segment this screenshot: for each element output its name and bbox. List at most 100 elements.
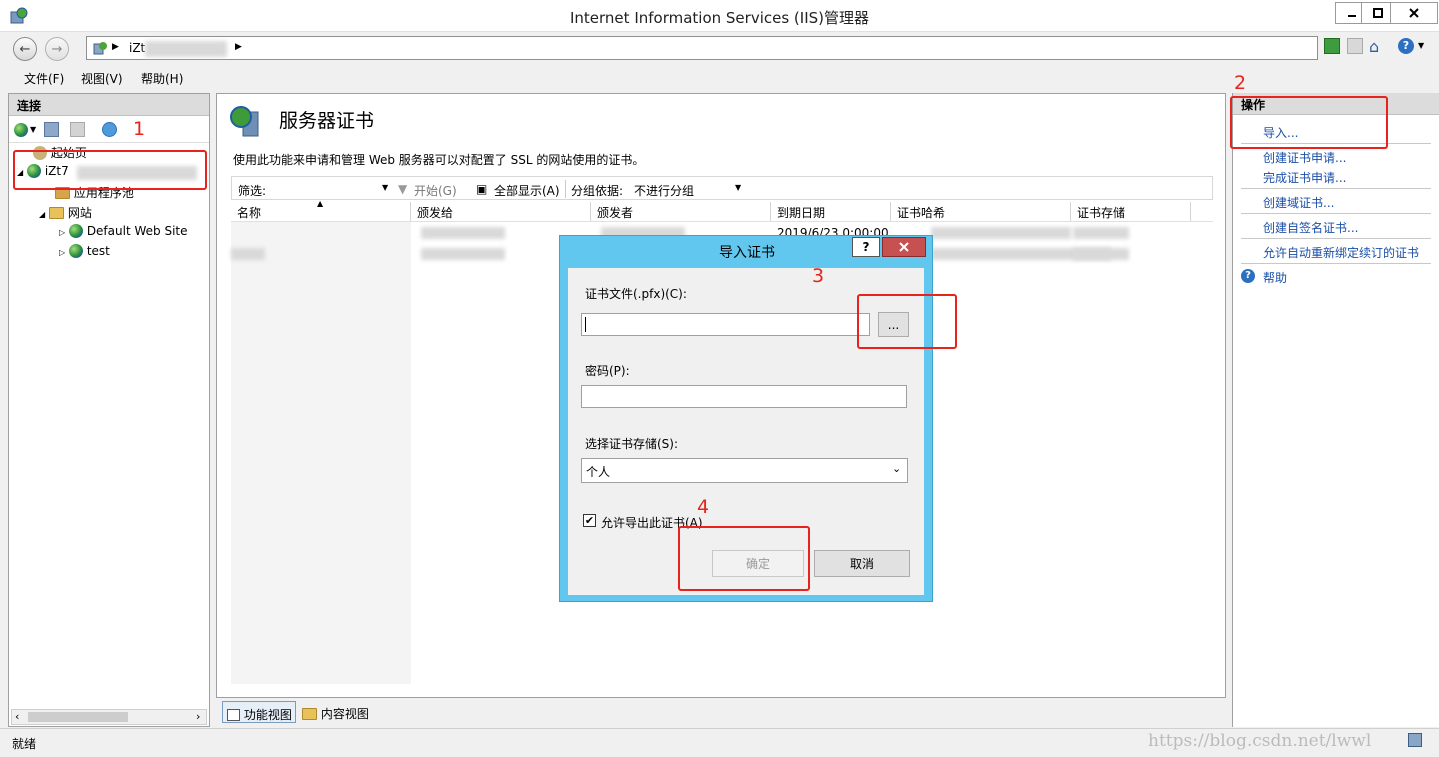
horizontal-scrollbar[interactable]: ‹ › bbox=[11, 709, 207, 725]
scroll-left-icon[interactable]: ‹ bbox=[15, 710, 19, 723]
dialog-help-button[interactable]: ? bbox=[852, 237, 880, 257]
tab-features-view[interactable]: 功能视图 bbox=[222, 701, 296, 723]
action-allow-auto-rebind[interactable]: 允许自动重新绑定续订的证书 bbox=[1263, 244, 1419, 261]
tree-default-web-site[interactable]: ▷ Default Web Site bbox=[59, 224, 188, 238]
refresh-icon[interactable] bbox=[1324, 38, 1340, 54]
sort-up-icon: ▲ bbox=[317, 199, 324, 208]
window-title: Internet Information Services (IIS)管理器 bbox=[569, 9, 870, 27]
expanded-triangle-icon[interactable]: ◢ bbox=[39, 210, 45, 219]
action-complete-cert-request[interactable]: 完成证书申请... bbox=[1263, 169, 1346, 186]
menu-file[interactable]: 文件(F) bbox=[24, 70, 64, 87]
divider bbox=[9, 142, 209, 143]
close-icon bbox=[899, 242, 909, 252]
col-name-label: 名称 bbox=[237, 206, 262, 220]
action-create-cert-request[interactable]: 创建证书申请... bbox=[1263, 149, 1346, 166]
view-tabs: 功能视图 内容视图 bbox=[216, 700, 1226, 726]
watermark-text: https://blog.csdn.net/lwwl bbox=[1148, 731, 1372, 751]
action-create-domain-cert[interactable]: 创建域证书... bbox=[1263, 194, 1334, 211]
menu-help[interactable]: 帮助(H) bbox=[141, 70, 183, 87]
dropdown-arrow-icon[interactable]: ▼ bbox=[735, 183, 741, 192]
annotation-box-ok bbox=[678, 526, 810, 591]
grid-header: 名称 ▲ 颁发给 颁发者 到期日期 证书哈希 证书存储 bbox=[231, 199, 1213, 222]
address-path[interactable]: ▶ iZt ▶ bbox=[86, 36, 1318, 60]
annotation-number-1: 1 bbox=[133, 118, 146, 140]
up-level-icon[interactable] bbox=[70, 122, 85, 137]
divider bbox=[1241, 238, 1431, 239]
scroll-right-icon[interactable]: › bbox=[196, 710, 200, 723]
dropdown-arrow-icon[interactable]: ▼ bbox=[30, 125, 36, 134]
dropdown-arrow-icon[interactable]: ▼ bbox=[1418, 41, 1424, 50]
breadcrumb-arrow-icon: ▶ bbox=[235, 42, 242, 52]
site-globe-icon bbox=[68, 244, 83, 258]
forward-arrow-icon: → bbox=[51, 41, 63, 57]
cancel-button[interactable]: 取消 bbox=[814, 550, 910, 577]
close-button[interactable] bbox=[1390, 2, 1438, 24]
connections-header: 连接 bbox=[9, 94, 209, 116]
dialog-close-button[interactable] bbox=[882, 237, 926, 257]
tab-content-view[interactable]: 内容视图 bbox=[300, 701, 374, 723]
group-by-label: 分组依据: bbox=[571, 184, 624, 198]
action-create-self-signed-cert[interactable]: 创建自签名证书... bbox=[1263, 219, 1358, 236]
collapsed-triangle-icon[interactable]: ▷ bbox=[59, 248, 65, 257]
menu-bar: 文件(F) 视图(V) 帮助(H) bbox=[0, 66, 1439, 90]
site-globe-icon bbox=[68, 224, 83, 238]
server-status-icon bbox=[1408, 733, 1422, 747]
col-store[interactable]: 证书存储 bbox=[1071, 202, 1191, 221]
dropdown-arrow-icon[interactable]: ▼ bbox=[382, 183, 388, 192]
help-icon[interactable]: ? bbox=[1398, 38, 1414, 54]
folder-icon bbox=[48, 207, 64, 219]
filter-label: 筛选: bbox=[238, 184, 267, 198]
breadcrumb-server[interactable]: iZt bbox=[129, 41, 145, 55]
col-name[interactable]: 名称 ▲ bbox=[231, 199, 411, 221]
actions-panel: 操作 导入... 创建证书申请... 完成证书申请... 创建域证书... 创建… bbox=[1232, 93, 1439, 727]
address-bar: ← → ▶ iZt ▶ ⌂ ? ▼ bbox=[0, 32, 1439, 64]
show-all-icon: ▣ bbox=[476, 182, 488, 196]
connect-globe-icon[interactable] bbox=[14, 123, 28, 137]
col-expiry[interactable]: 到期日期 bbox=[771, 202, 891, 221]
features-view-icon bbox=[227, 709, 240, 721]
tree-test-site[interactable]: ▷ test bbox=[59, 244, 110, 258]
divider bbox=[1241, 213, 1431, 214]
save-icon[interactable] bbox=[44, 122, 59, 137]
cert-file-label: 证书文件(.pfx)(C): bbox=[585, 287, 687, 301]
password-input[interactable] bbox=[581, 385, 907, 408]
col-hash[interactable]: 证书哈希 bbox=[891, 202, 1071, 221]
disconnect-icon[interactable] bbox=[102, 122, 117, 137]
status-text: 就绪 bbox=[12, 737, 37, 751]
back-button[interactable]: ← bbox=[13, 37, 37, 61]
annotation-number-3: 3 bbox=[812, 265, 825, 287]
filter-input[interactable] bbox=[272, 179, 392, 197]
start-filter-button[interactable]: 开始(G) bbox=[414, 182, 457, 199]
server-icon bbox=[93, 42, 107, 55]
annotation-box-server bbox=[13, 150, 207, 190]
filter-toolbar: 筛选: ▼ ▼ 开始(G) ▣ 全部显示(A) 分组依据: 不进行分组 ▼ bbox=[231, 176, 1213, 200]
cert-file-input[interactable] bbox=[581, 313, 870, 336]
divider bbox=[1241, 263, 1431, 264]
help-icon: ? bbox=[862, 240, 870, 254]
group-by-select[interactable]: 不进行分组 bbox=[634, 182, 694, 199]
annotation-number-4: 4 bbox=[697, 496, 710, 518]
server-certificates-icon bbox=[229, 104, 263, 138]
minimize-icon bbox=[1348, 15, 1356, 17]
store-label: 选择证书存储(S): bbox=[585, 437, 679, 451]
home-icon[interactable]: ⌂ bbox=[1369, 37, 1379, 56]
col-issued-to[interactable]: 颁发给 bbox=[411, 202, 591, 221]
collapsed-triangle-icon[interactable]: ▷ bbox=[59, 228, 65, 237]
filter-funnel-icon: ▼ bbox=[398, 182, 408, 196]
tab-label: 功能视图 bbox=[243, 708, 292, 722]
show-all-button[interactable]: 全部显示(A) bbox=[494, 182, 560, 199]
allow-export-checkbox[interactable]: ✔ bbox=[583, 514, 596, 527]
menu-view[interactable]: 视图(V) bbox=[81, 70, 123, 87]
forward-button[interactable]: → bbox=[45, 37, 69, 61]
status-bar: 就绪 https://blog.csdn.net/lwwl bbox=[0, 728, 1439, 757]
store-select[interactable]: 个人 ⌄ bbox=[581, 458, 908, 483]
tree-sites[interactable]: ◢ 网站 bbox=[39, 204, 92, 221]
stop-icon[interactable] bbox=[1347, 38, 1363, 54]
col-issuer[interactable]: 颁发者 bbox=[591, 202, 771, 221]
scroll-thumb[interactable] bbox=[28, 712, 128, 722]
annotation-number-2: 2 bbox=[1234, 72, 1247, 94]
action-help[interactable]: 帮助 bbox=[1263, 269, 1287, 286]
password-label: 密码(P): bbox=[585, 364, 630, 378]
page-title: 服务器证书 bbox=[279, 110, 375, 132]
tree-label: 网站 bbox=[67, 206, 92, 220]
